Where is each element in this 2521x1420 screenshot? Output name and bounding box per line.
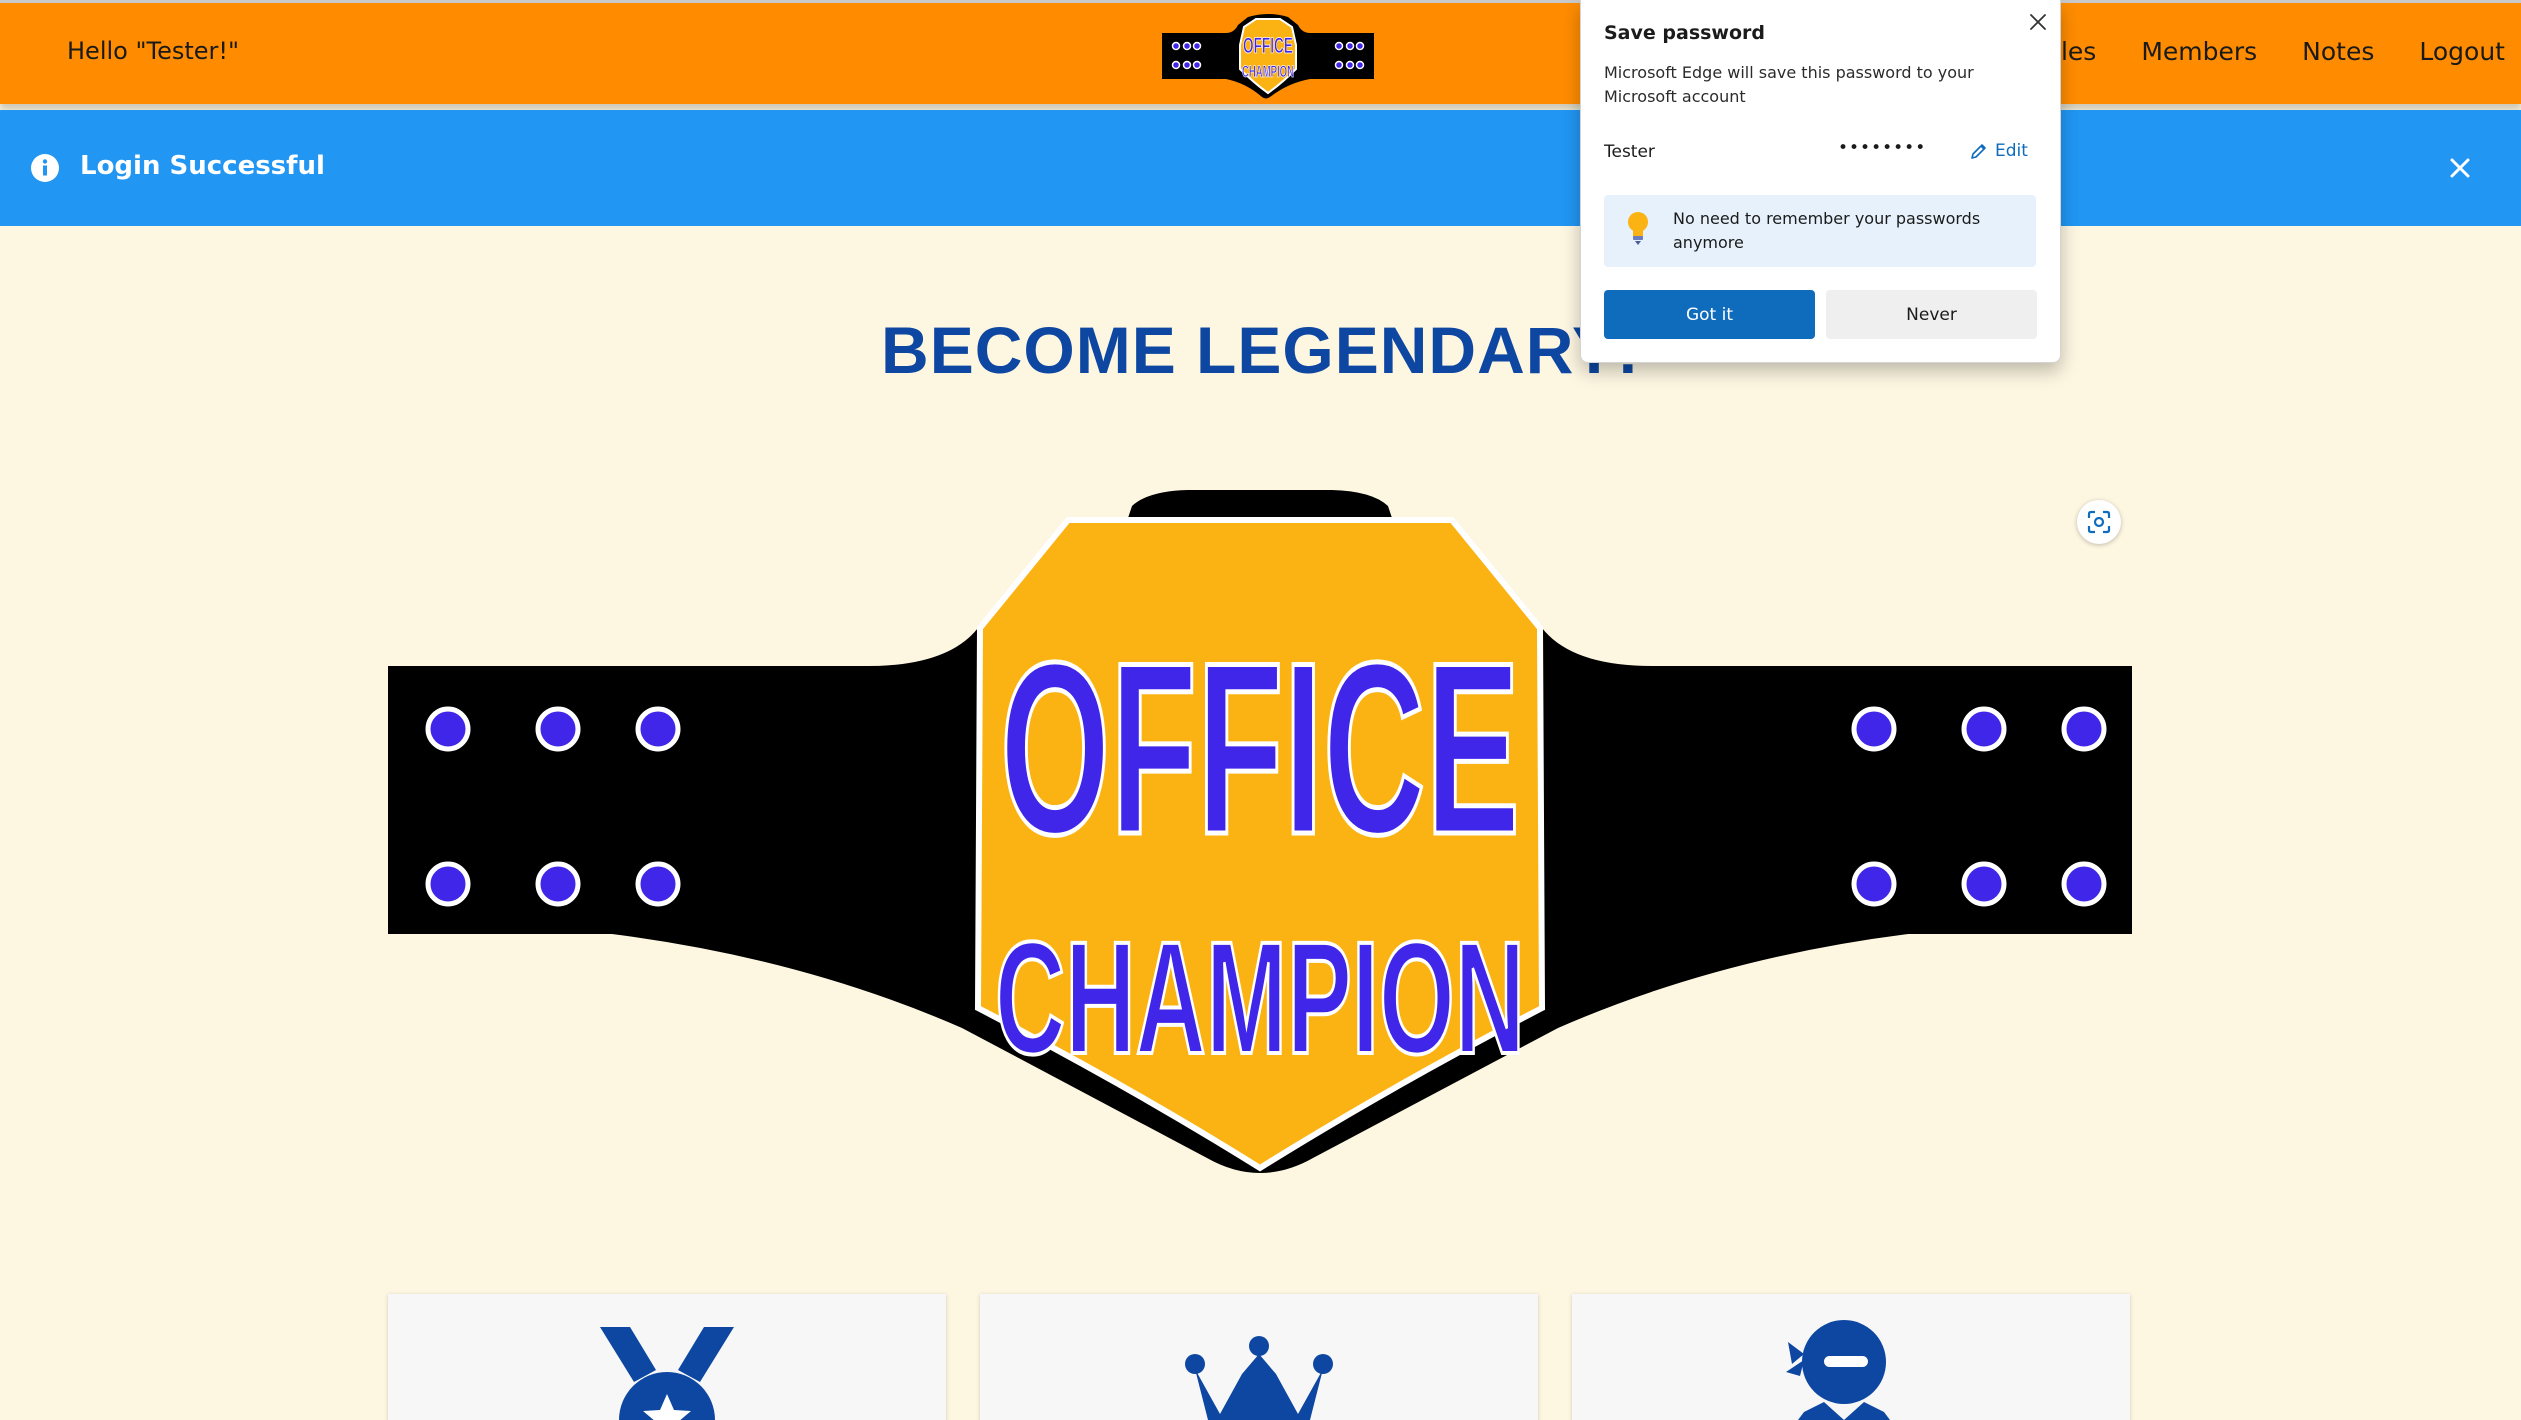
edit-password-link[interactable]: Edit (1969, 141, 2028, 161)
lightbulb-icon (1628, 212, 1648, 245)
login-success-alert: Login Successful (0, 110, 2521, 226)
page: Hello "Tester!" OFFICE CHAMPION Titles M… (0, 0, 2521, 1420)
pencil-icon (1971, 144, 1986, 159)
dialog-description: Microsoft Edge will save this password t… (1604, 63, 1974, 106)
feature-card-notes[interactable] (1572, 1294, 2130, 1420)
feature-card-titles[interactable] (388, 1294, 946, 1420)
nav-link-notes[interactable]: Notes (2302, 37, 2374, 66)
got-it-button[interactable]: Got it (1604, 290, 1815, 339)
save-password-dialog: Save password Microsoft Edge will save t… (1580, 0, 2061, 363)
nav-logo-text-bottom: CHAMPION (1242, 62, 1294, 81)
visual-search-button[interactable] (2077, 500, 2121, 544)
nav-links: Titles Members Notes Logout (2030, 37, 2505, 66)
user-greeting: Hello "Tester!" (67, 37, 240, 65)
close-icon[interactable] (2022, 6, 2054, 38)
ninja-icon (1786, 1320, 1890, 1420)
belt-text-champion: CHAMPION (995, 908, 1525, 1087)
page-title: BECOME LEGENDARY! (881, 313, 1640, 387)
edit-label: Edit (1995, 141, 2028, 161)
info-icon (31, 154, 59, 182)
alert-message: Login Successful (80, 151, 325, 181)
never-button[interactable]: Never (1826, 290, 2037, 339)
tip-text: No need to remember your passwords anymo… (1673, 209, 1981, 252)
nav-link-members[interactable]: Members (2141, 37, 2257, 66)
medal-icon (600, 1327, 734, 1420)
visual-search-icon (2087, 510, 2111, 534)
champion-belt-image: OFFICE CHAMPION (388, 490, 2132, 1173)
nav-link-logout[interactable]: Logout (2419, 37, 2505, 66)
saved-password-mask: •••••••• (1838, 138, 1927, 158)
belt-text-office: OFFICE (1000, 611, 1520, 885)
saved-username: Tester (1604, 142, 1655, 162)
navbar: Hello "Tester!" OFFICE CHAMPION Titles M… (0, 0, 2521, 104)
dialog-title: Save password (1604, 22, 1766, 44)
nav-logo[interactable]: OFFICE CHAMPION (1160, 13, 1376, 101)
feature-card-members[interactable] (980, 1294, 1538, 1420)
password-tip: No need to remember your passwords anymo… (1604, 195, 2036, 267)
close-icon[interactable] (2445, 153, 2475, 183)
crown-icon (1185, 1336, 1333, 1420)
nav-logo-text-top: OFFICE (1243, 33, 1293, 58)
